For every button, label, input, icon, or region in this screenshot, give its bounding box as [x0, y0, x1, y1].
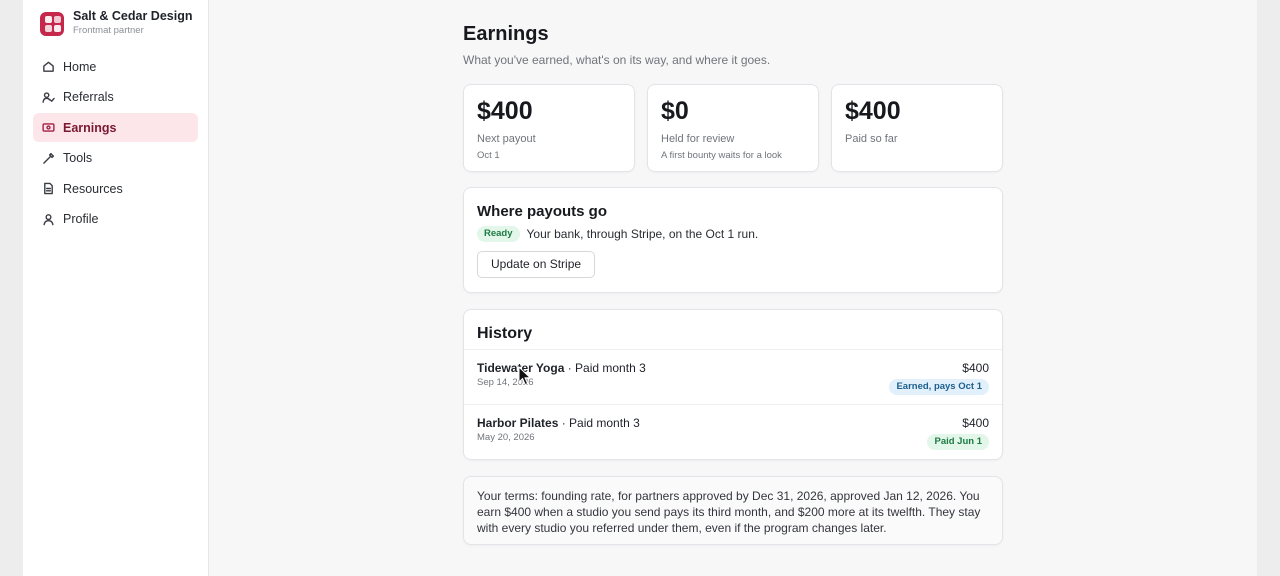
- history-row: Tidewater Yoga · Paid month 3 Sep 14, 20…: [464, 349, 1002, 405]
- payouts-title: Where payouts go: [477, 203, 608, 220]
- stat-value: $400: [845, 97, 901, 125]
- referrals-icon: [41, 90, 55, 104]
- history-studio: Harbor Pilates: [477, 416, 559, 430]
- sidebar-item-label: Referrals: [63, 90, 114, 104]
- brand-subtitle: Frontmat partner: [73, 25, 144, 37]
- history-amount: $400: [962, 416, 989, 430]
- history-date: May 20, 2026: [477, 432, 535, 443]
- history-event: · Paid month 3: [564, 361, 646, 375]
- brand-logo-icon: [40, 11, 64, 36]
- history-title: History: [477, 325, 533, 342]
- status-badge: Earned, pays Oct 1: [889, 379, 989, 395]
- history-event: · Paid month 3: [558, 416, 640, 430]
- sidebar-item-label: Profile: [63, 212, 99, 226]
- sidebar-nav: Home Referrals Earnings Tools Resources …: [33, 52, 198, 234]
- brand-name: Salt & Cedar Design: [73, 9, 193, 24]
- brand[interactable]: Salt & Cedar Design Frontmat partner: [40, 10, 198, 37]
- stat-value: $400: [477, 97, 533, 125]
- home-icon: [41, 60, 55, 74]
- sidebar-item-label: Home: [63, 59, 97, 74]
- update-on-stripe-button[interactable]: Update on Stripe: [477, 251, 596, 278]
- stat-note: A first bounty waits for a look: [661, 150, 782, 161]
- stat-value: $0: [661, 97, 689, 125]
- payouts-card: Where payouts go Ready Your bank, throug…: [463, 187, 1003, 293]
- page-title: Earnings: [463, 23, 549, 45]
- user-icon: [41, 212, 55, 226]
- tools-icon: [41, 151, 55, 165]
- stat-card-held-for-review: $0 Held for review A first bounty waits …: [647, 84, 819, 172]
- stat-card-next-payout: $400 Next payout Oct 1: [463, 84, 635, 172]
- payout-destination-text: Your bank, through Stripe, on the Oct 1 …: [526, 227, 759, 241]
- sidebar-item-label: Tools: [63, 151, 93, 165]
- sidebar: Salt & Cedar Design Frontmat partner Hom…: [23, 0, 209, 576]
- stat-label: Held for review: [661, 133, 735, 145]
- stat-note: Oct 1: [477, 150, 500, 161]
- sidebar-item-profile[interactable]: Profile: [33, 205, 198, 234]
- sidebar-item-label: Earnings: [63, 120, 117, 135]
- history-row: Harbor Pilates · Paid month 3 May 20, 20…: [464, 404, 1002, 460]
- sidebar-item-referrals[interactable]: Referrals: [33, 83, 198, 112]
- terms-text: Your terms: founding rate, for partners …: [477, 489, 981, 535]
- document-icon: [41, 182, 55, 196]
- sidebar-item-home[interactable]: Home: [33, 52, 198, 81]
- history-amount: $400: [962, 361, 989, 375]
- sidebar-item-resources[interactable]: Resources: [33, 174, 198, 203]
- stat-label: Paid so far: [845, 133, 898, 145]
- app-window: Salt & Cedar Design Frontmat partner Hom…: [23, 0, 1257, 576]
- terms-card: Your terms: founding rate, for partners …: [463, 476, 1003, 545]
- earnings-icon: [41, 121, 55, 135]
- sidebar-item-tools[interactable]: Tools: [33, 144, 198, 173]
- history-card: History Tidewater Yoga · Paid month 3 Se…: [463, 309, 1003, 460]
- status-badge: Paid Jun 1: [927, 434, 989, 450]
- mouse-cursor-icon: [518, 366, 532, 386]
- sidebar-item-earnings[interactable]: Earnings: [33, 113, 198, 142]
- page-subtitle: What you've earned, what's on its way, a…: [463, 53, 771, 67]
- stat-label: Next payout: [477, 133, 536, 145]
- sidebar-item-label: Resources: [63, 181, 123, 196]
- stat-card-paid-so-far: $400 Paid so far: [831, 84, 1003, 172]
- status-badge: Ready: [477, 226, 520, 242]
